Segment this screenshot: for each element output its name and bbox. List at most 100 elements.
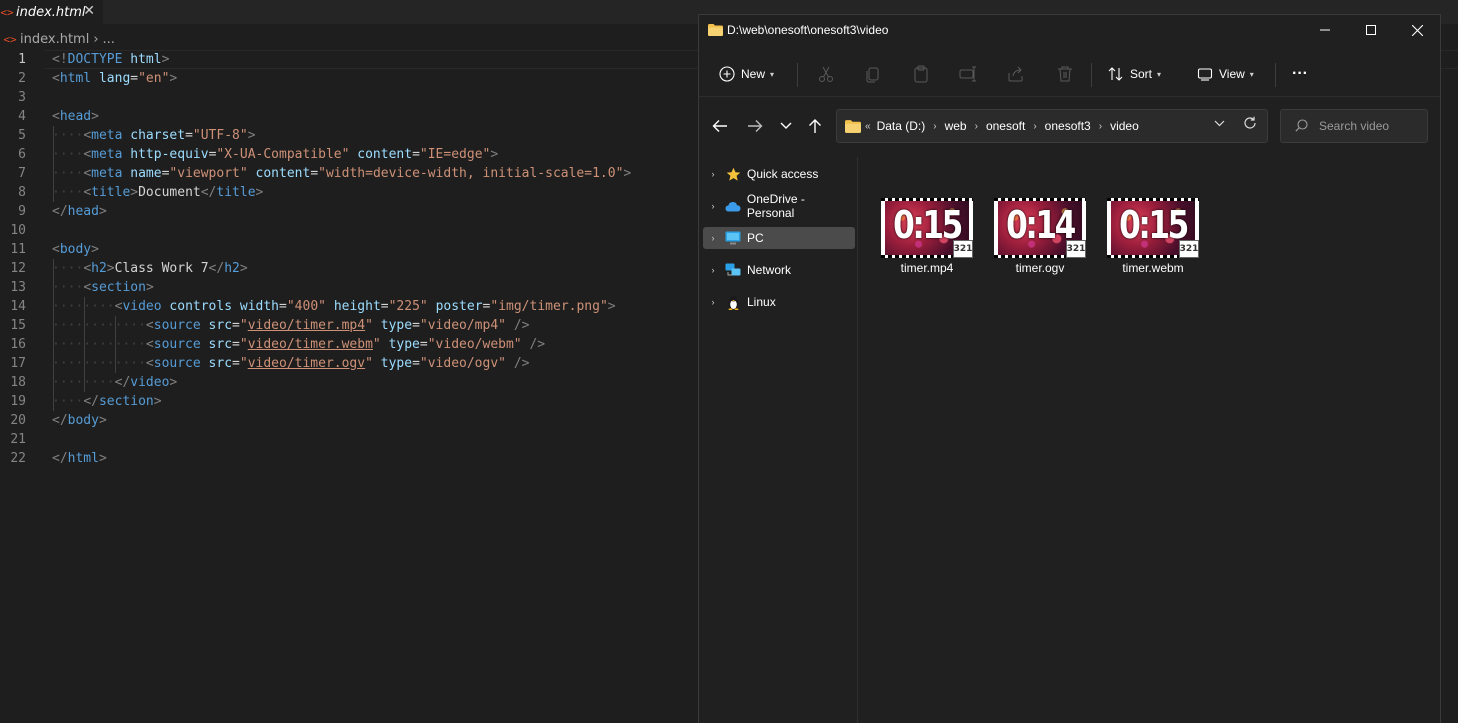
address-dropdown-icon[interactable] xyxy=(1214,120,1225,127)
cut-icon[interactable] xyxy=(817,65,835,83)
line-number: 17 xyxy=(10,356,26,371)
rename-icon[interactable] xyxy=(959,65,977,83)
file-item-timer-ogv[interactable]: 0:14 321 timer.ogv xyxy=(990,198,1090,275)
breadcrumb-more[interactable]: ... xyxy=(103,32,115,47)
paste-icon[interactable] xyxy=(912,65,930,83)
delete-icon[interactable] xyxy=(1056,65,1074,83)
address-crumb-drive[interactable]: Data (D:) xyxy=(877,119,926,133)
breadcrumb-file[interactable]: index.html xyxy=(20,32,89,47)
share-icon[interactable] xyxy=(1007,65,1025,83)
address-crumb-web[interactable]: web xyxy=(945,119,967,133)
close-button[interactable] xyxy=(1394,15,1440,45)
view-button[interactable]: View ▾ xyxy=(1197,61,1254,87)
code-text: ····<section> xyxy=(52,280,154,295)
code-line[interactable]: 1 <!DOCTYPE html> xyxy=(0,50,169,69)
sidebar-item-pc[interactable]: › PC xyxy=(703,227,855,249)
code-text: <!DOCTYPE html> xyxy=(52,52,170,67)
line-number: 16 xyxy=(10,337,26,352)
code-text: </body> xyxy=(52,413,107,428)
code-line[interactable]: 11 <body> xyxy=(0,240,99,259)
html-file-icon: <> xyxy=(3,32,17,46)
address-bar[interactable]: « Data (D:) › web › onesoft › onesoft3 ›… xyxy=(836,109,1268,143)
code-line[interactable]: 20 </body> xyxy=(0,411,106,430)
refresh-icon[interactable] xyxy=(1243,116,1257,130)
code-line[interactable]: 16 ············<source src="video/timer.w… xyxy=(0,335,545,354)
maximize-button[interactable] xyxy=(1348,15,1394,45)
file-explorer-window: D:\web\onesoft\onesoft3\video New ▾ Sort… xyxy=(698,14,1441,723)
chevron-right-icon: › xyxy=(1098,120,1103,132)
code-line[interactable]: 6 ····<meta http-equiv="X-UA-Compatible" … xyxy=(0,145,498,164)
address-crumb-video[interactable]: video xyxy=(1110,119,1139,133)
file-name: timer.webm xyxy=(1122,261,1184,275)
close-tab-icon[interactable]: ✕ xyxy=(83,3,95,19)
minimize-button[interactable] xyxy=(1302,15,1348,45)
overflow-chevron-icon[interactable]: « xyxy=(865,121,871,132)
sidebar-item-onedrive[interactable]: › OneDrive - Personal xyxy=(703,192,855,220)
address-crumb-onesoft3[interactable]: onesoft3 xyxy=(1045,119,1091,133)
code-line[interactable]: 15 ············<source src="video/timer.m… xyxy=(0,316,529,335)
recent-locations-chevron-icon[interactable] xyxy=(780,122,792,130)
view-icon xyxy=(1197,68,1213,81)
code-line[interactable]: 14 ········<video controls width="400" he… xyxy=(0,297,615,316)
up-arrow-icon[interactable] xyxy=(808,118,822,134)
line-number: 21 xyxy=(10,432,26,447)
expand-chevron-icon[interactable]: › xyxy=(703,297,723,307)
sidebar-item-label: Linux xyxy=(747,295,776,309)
cloud-icon xyxy=(725,198,741,214)
line-number: 13 xyxy=(10,280,26,295)
code-line[interactable]: 5 ····<meta charset="UTF-8"> xyxy=(0,126,255,145)
code-line[interactable]: 8 ····<title>Document</title> xyxy=(0,183,263,202)
address-crumb-onesoft[interactable]: onesoft xyxy=(986,119,1025,133)
expand-chevron-icon[interactable]: › xyxy=(703,233,723,243)
code-area[interactable]: 1 <!DOCTYPE html> 2 <html lang="en"> 3 4 <head… xyxy=(0,50,631,468)
expand-chevron-icon[interactable]: › xyxy=(703,169,723,179)
sidebar-item-label: Network xyxy=(747,263,792,277)
code-text: </html> xyxy=(52,451,107,466)
line-number: 15 xyxy=(10,318,26,333)
code-line[interactable]: 4 <head> xyxy=(0,107,99,126)
copy-icon[interactable] xyxy=(864,65,882,83)
toolbar-divider xyxy=(797,63,798,87)
code-line[interactable]: 3 xyxy=(0,88,26,107)
monitor-icon xyxy=(725,230,741,246)
code-text: <head> xyxy=(52,109,99,124)
media-player-badge-icon: 321 xyxy=(1066,240,1086,258)
pane-divider[interactable] xyxy=(857,157,858,723)
sort-icon xyxy=(1108,67,1123,81)
expand-chevron-icon[interactable]: › xyxy=(703,201,723,211)
forward-arrow-icon[interactable] xyxy=(747,119,763,133)
sidebar-item-network[interactable]: › Network xyxy=(703,259,855,281)
file-item-timer-webm[interactable]: 0:15 321 timer.webm xyxy=(1103,198,1203,275)
line-number: 3 xyxy=(18,90,26,105)
code-line[interactable]: 10 xyxy=(0,221,26,240)
code-line[interactable]: 13 ····<section> xyxy=(0,278,153,297)
line-number: 9 xyxy=(18,204,26,219)
video-thumbnail: 0:15 321 xyxy=(881,198,973,258)
search-input[interactable] xyxy=(1319,119,1419,133)
line-number: 1 xyxy=(18,52,26,67)
code-text: ········</video> xyxy=(52,375,178,390)
code-line[interactable]: 17 ············<source src="video/timer.o… xyxy=(0,354,529,373)
tab-index-html[interactable]: <> index.html ✕ xyxy=(0,0,103,24)
search-box[interactable] xyxy=(1280,109,1428,143)
plus-circle-icon xyxy=(719,66,735,82)
new-button[interactable]: New ▾ xyxy=(719,61,774,87)
code-text: <body> xyxy=(52,242,99,257)
code-line[interactable]: 18 ········</video> xyxy=(0,373,177,392)
code-line[interactable]: 2 <html lang="en"> xyxy=(0,69,177,88)
code-line[interactable]: 22 </html> xyxy=(0,449,106,468)
expand-chevron-icon[interactable]: › xyxy=(703,265,723,275)
sidebar-item-quick-access[interactable]: › Quick access xyxy=(703,163,855,185)
sidebar-item-linux[interactable]: › Linux xyxy=(703,291,855,313)
code-line[interactable]: 12 ····<h2>Class Work 7</h2> xyxy=(0,259,247,278)
file-item-timer-mp4[interactable]: 0:15 321 timer.mp4 xyxy=(877,198,977,275)
title-bar: D:\web\onesoft\onesoft3\video xyxy=(699,15,1440,47)
code-line[interactable]: 21 xyxy=(0,430,26,449)
code-line[interactable]: 9 </head> xyxy=(0,202,107,221)
back-arrow-icon[interactable] xyxy=(712,119,728,133)
code-line[interactable]: 7 ····<meta name="viewport" content="widt… xyxy=(0,164,631,183)
code-line[interactable]: 19 ····</section> xyxy=(0,392,161,411)
more-options-button[interactable]: ··· xyxy=(1292,61,1308,87)
sort-button[interactable]: Sort ▾ xyxy=(1108,61,1161,87)
thumbnail-text: 0:14 xyxy=(1006,203,1076,247)
